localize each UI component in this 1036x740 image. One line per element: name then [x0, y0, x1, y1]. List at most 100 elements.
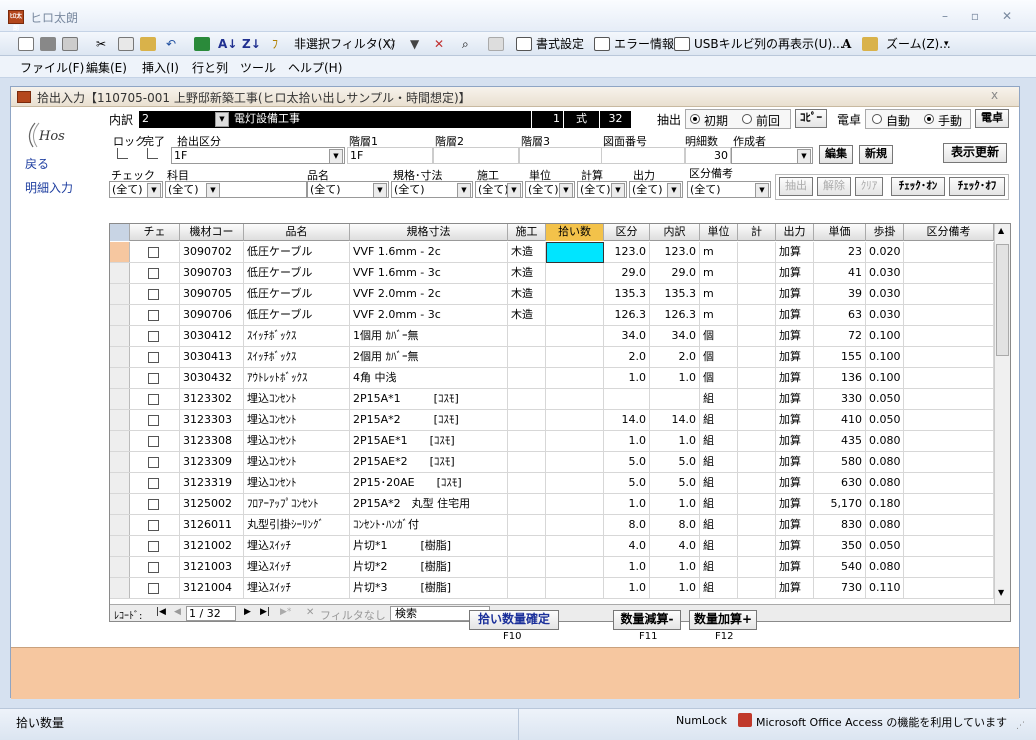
- row-checkbox[interactable]: [148, 499, 159, 510]
- table-row[interactable]: 3123309 埋込ｺﾝｾﾝﾄ 2P15AE*2 [ｺｽﾓ] 5.0 5.0 組加算 580…: [110, 452, 994, 473]
- column-header-qty[interactable]: 区分: [604, 224, 650, 241]
- column-header-code[interactable]: 機材コー: [180, 224, 244, 241]
- new-record-icon[interactable]: ▶*: [280, 607, 291, 617]
- row-checkbox[interactable]: [148, 457, 159, 468]
- format-button[interactable]: 書式設定: [534, 34, 586, 54]
- column-header-out[interactable]: 出力: [776, 224, 814, 241]
- chevron-down-icon[interactable]: ▼: [215, 112, 229, 127]
- extract-previous-radio[interactable]: [742, 114, 752, 124]
- row-selector[interactable]: [110, 389, 130, 409]
- cell-chk[interactable]: [130, 263, 180, 284]
- spec-filter-select[interactable]: (全て) ▼: [391, 181, 473, 198]
- cell-chk[interactable]: [130, 347, 180, 368]
- detail-input-link[interactable]: 明細入力: [25, 179, 73, 196]
- cell-chk[interactable]: [130, 431, 180, 452]
- table-row[interactable]: 3030412 ｽｲｯﾁﾎﾞｯｸｽ 1個用 ｶﾊﾞｰ無 34.0 34.0 個加算 72 0.…: [110, 326, 994, 347]
- lock-checkbox[interactable]: [117, 148, 128, 159]
- cell-pick[interactable]: [546, 452, 604, 473]
- table-row[interactable]: 3121004 埋込ｽｲｯﾁ 片切*3 [樹脂] 1.0 1.0 組加算 730 0.110: [110, 578, 994, 599]
- column-header-price[interactable]: 単価: [814, 224, 866, 241]
- properties-icon[interactable]: [862, 37, 878, 51]
- cell-pick[interactable]: [546, 536, 604, 557]
- column-header-pick[interactable]: 拾い数: [546, 224, 604, 241]
- row-checkbox[interactable]: [148, 394, 159, 405]
- row-checkbox[interactable]: [148, 373, 159, 384]
- table-row[interactable]: 3090703 低圧ケーブル VVF 1.6mm - 3c 木造 29.0 29.0 m 加算…: [110, 263, 994, 284]
- table-row[interactable]: 3090702 低圧ケーブル VVF 1.6mm - 2c 木造 123.0 123.0 m…: [110, 242, 994, 263]
- column-header-br[interactable]: 内訳: [650, 224, 700, 241]
- row-selector[interactable]: [110, 452, 130, 472]
- row-checkbox[interactable]: [148, 268, 159, 279]
- grid-icon[interactable]: [488, 37, 504, 51]
- clear-button[interactable]: ｸﾘｱ: [855, 177, 883, 196]
- column-header-calc[interactable]: 計: [738, 224, 776, 241]
- cell-pick[interactable]: [546, 515, 604, 536]
- calculator-auto-radio[interactable]: [872, 114, 882, 124]
- minimize-button[interactable]: –: [932, 6, 958, 26]
- cell-pick[interactable]: [546, 410, 604, 431]
- cell-pick[interactable]: [546, 326, 604, 347]
- error-info-button[interactable]: エラー情報: [612, 34, 676, 54]
- row-checkbox[interactable]: [148, 289, 159, 300]
- sort-asc-icon[interactable]: A↓: [216, 34, 239, 54]
- cell-chk[interactable]: [130, 284, 180, 305]
- copy-icon[interactable]: [118, 37, 134, 51]
- print-icon[interactable]: [40, 37, 56, 51]
- excel-icon[interactable]: [194, 37, 210, 51]
- cell-chk[interactable]: [130, 305, 180, 326]
- row-selector[interactable]: [110, 326, 130, 346]
- extract-initial-radio[interactable]: [690, 114, 700, 124]
- table-row[interactable]: 3121003 埋込ｽｲｯﾁ 片切*2 [樹脂] 1.0 1.0 組加算 540 0.080: [110, 557, 994, 578]
- cell-pick[interactable]: [546, 368, 604, 389]
- row-selector[interactable]: [110, 431, 130, 451]
- row-checkbox[interactable]: [148, 247, 159, 258]
- record-position-input[interactable]: 1 / 32: [186, 606, 236, 621]
- next-record-icon[interactable]: ▶: [244, 607, 251, 617]
- menu-file[interactable]: ファイル(F): [20, 59, 84, 76]
- row-selector[interactable]: [110, 536, 130, 556]
- column-header-rate[interactable]: 歩掛: [866, 224, 904, 241]
- page-setup-icon[interactable]: [62, 37, 78, 51]
- table-row[interactable]: 3125002 ﾌﾛｱｰｱｯﾌﾟｺﾝｾﾝﾄ 2P15A*2 丸型 住宅用 1.0 1.0…: [110, 494, 994, 515]
- new-button[interactable]: 新規: [859, 145, 893, 164]
- paste-icon[interactable]: [140, 37, 156, 51]
- row-selector[interactable]: [110, 305, 130, 325]
- cut-icon[interactable]: ✂: [94, 34, 108, 54]
- row-checkbox[interactable]: [148, 415, 159, 426]
- row-selector[interactable]: [110, 368, 130, 388]
- cell-chk[interactable]: [130, 515, 180, 536]
- no-filter-indicator[interactable]: フィルタなし: [320, 607, 386, 621]
- row-checkbox[interactable]: [148, 541, 159, 552]
- usb-button[interactable]: USBキルビ: [692, 34, 757, 54]
- row-selector[interactable]: [110, 284, 130, 304]
- cell-chk[interactable]: [130, 557, 180, 578]
- column-header-note[interactable]: 区分備考: [904, 224, 994, 241]
- resize-grip-icon[interactable]: ⋰: [1016, 721, 1025, 731]
- tier2-input[interactable]: [433, 147, 519, 164]
- table-row[interactable]: 3123303 埋込ｺﾝｾﾝﾄ 2P15A*2 [ｺｽﾓ] 14.0 14.0 組加算 41…: [110, 410, 994, 431]
- filter-apply-icon[interactable]: ▼: [408, 34, 421, 54]
- table-row[interactable]: 3121002 埋込ｽｲｯﾁ 片切*1 [樹脂] 4.0 4.0 組加算 350 0.050: [110, 536, 994, 557]
- row-selector[interactable]: [110, 494, 130, 514]
- table-row[interactable]: 3090705 低圧ケーブル VVF 2.0mm - 2c 木造 135.3 135.3 m…: [110, 284, 994, 305]
- row-checkbox[interactable]: [148, 436, 159, 447]
- prev-record-icon[interactable]: ◀: [174, 607, 181, 617]
- back-link[interactable]: 戻る: [25, 155, 49, 172]
- decrease-quantity-button[interactable]: 数量減算-: [613, 610, 681, 630]
- confirm-quantity-button[interactable]: 拾い数量確定: [469, 610, 559, 630]
- menu-insert[interactable]: 挿入(I): [142, 59, 179, 76]
- last-record-icon[interactable]: ▶|: [260, 607, 270, 617]
- tier3-input[interactable]: [519, 147, 603, 164]
- cell-chk[interactable]: [130, 326, 180, 347]
- child-close-icon[interactable]: x: [991, 88, 998, 102]
- cell-chk[interactable]: [130, 536, 180, 557]
- toolbar-overflow-icon[interactable]: ▾: [942, 34, 951, 54]
- check-on-button[interactable]: ﾁｪｯｸ･ｵﾝ: [891, 177, 945, 196]
- calc-filter-select[interactable]: (全て) ▼: [577, 181, 627, 198]
- vertical-scrollbar[interactable]: ▲ ▼: [994, 224, 1010, 604]
- filter-exclude-button[interactable]: 非選択フィルタ(X): [292, 34, 397, 54]
- row-selector[interactable]: [110, 263, 130, 283]
- construction-filter-select[interactable]: (全て) ▼: [475, 181, 523, 198]
- output-filter-select[interactable]: (全て) ▼: [629, 181, 683, 198]
- row-checkbox[interactable]: [148, 478, 159, 489]
